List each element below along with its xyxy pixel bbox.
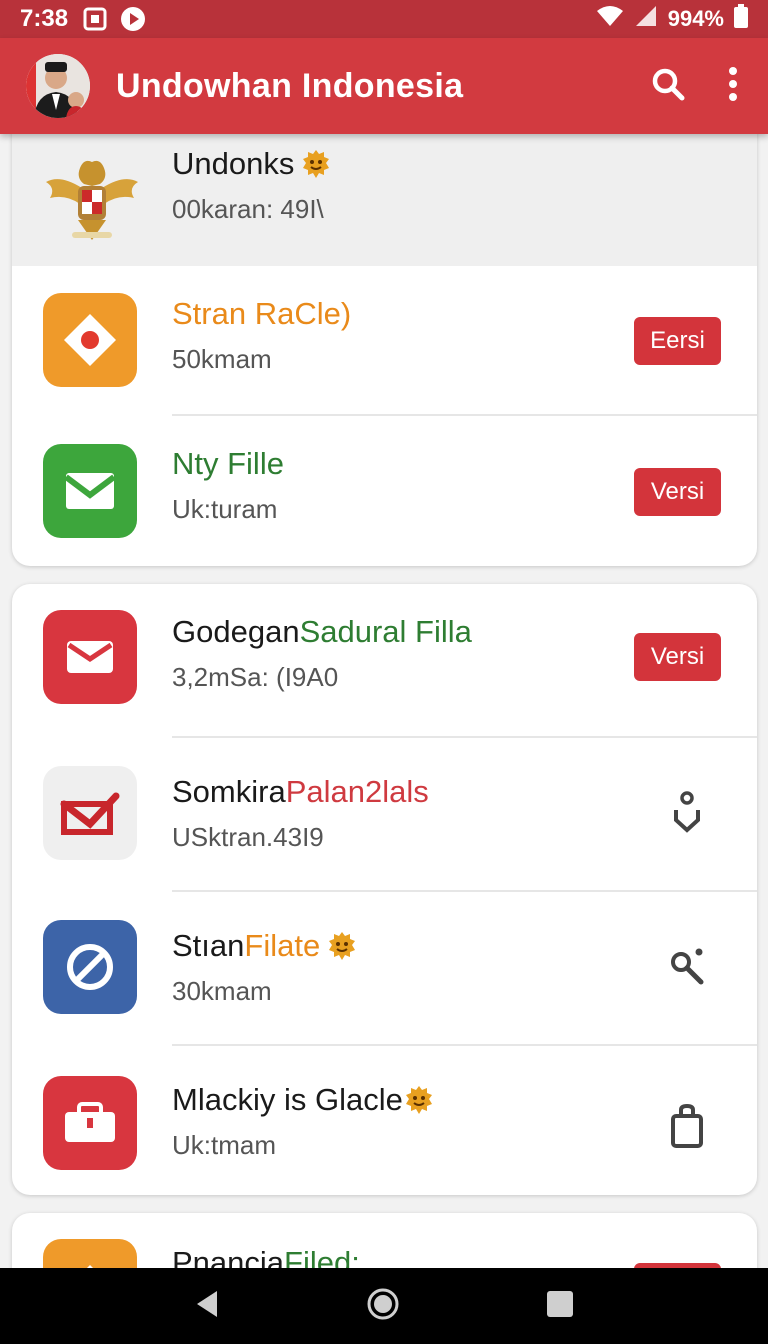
list-item-title: Stran RaCle) <box>172 296 352 331</box>
screen-record-icon <box>82 6 108 32</box>
battery-percent: 994% <box>667 6 724 31</box>
app-icon-orange <box>43 293 137 387</box>
signal-icon <box>634 5 658 33</box>
list-item[interactable]: Godegan Sadural Filla 3,2mSa: (I9A0 Vers… <box>12 584 757 738</box>
list-item[interactable]: Somkira Palan2lals USktran.43I9 <box>12 738 757 892</box>
app-icon-orange-partial <box>43 1239 137 1268</box>
emoji-badge-icon <box>300 148 332 180</box>
list-item-title: Undonks <box>172 146 332 182</box>
status-time: 7:38 <box>20 5 69 32</box>
list-item-subtitle: 50kmam <box>172 344 272 374</box>
list-item-title: Godegan Sadural Filla <box>172 614 472 649</box>
list-item[interactable]: Pnancia Filed: <box>12 1213 757 1268</box>
search-icon[interactable] <box>650 66 686 107</box>
avatar[interactable] <box>26 54 90 118</box>
version-button[interactable]: Versi <box>634 468 721 516</box>
app-bar: Undowhan Indonesia <box>0 38 768 134</box>
shopping-bag-icon[interactable] <box>665 1104 709 1148</box>
app-icon-envelope-red <box>43 610 137 704</box>
list-item-subtitle: 00karan: 49I\ <box>172 194 324 224</box>
list-item-subtitle: 30kmam <box>172 976 272 1006</box>
app-icon-blocked-blue <box>43 920 137 1014</box>
app-icon-bag-red <box>43 1076 137 1170</box>
card-group-3: Pnancia Filed: <box>12 1213 757 1268</box>
list-item-title: Nty Fille <box>172 446 284 481</box>
recents-icon[interactable] <box>545 1289 575 1324</box>
content-list[interactable]: Undonks 00karan: 49I\ Stran RaCle) 50kma… <box>0 134 768 1268</box>
list-item-header[interactable]: Undonks 00karan: 49I\ <box>12 134 757 266</box>
app-icon-checkmail <box>43 766 137 860</box>
list-item-title: Pnancia Filed: <box>172 1245 360 1268</box>
battery-icon <box>734 4 748 34</box>
card-group-1: Undonks 00karan: 49I\ Stran RaCle) 50kma… <box>12 134 757 566</box>
list-item-title: Somkira Palan2lals <box>172 774 429 809</box>
list-item-title: Stıan Filate <box>172 928 358 964</box>
emoji-badge-icon <box>326 930 358 962</box>
list-item[interactable]: Nty Fille Uk:turam Versi <box>12 416 757 566</box>
list-item[interactable]: Stıan Filate 30kmam <box>12 892 757 1046</box>
version-button[interactable]: Eersi <box>634 317 721 365</box>
status-bar: 7:38 994% <box>0 0 768 38</box>
page-title: Undowhan Indonesia <box>116 66 464 105</box>
app-icon-mail-green <box>43 444 137 538</box>
list-item-title: Mlackiy is Glacle <box>172 1082 435 1118</box>
navigation-bar <box>0 1268 768 1344</box>
play-icon <box>120 6 146 32</box>
list-item[interactable]: Mlackiy is Glacle Uk:tmam <box>12 1046 757 1195</box>
home-icon[interactable] <box>366 1287 400 1326</box>
list-item-subtitle: Uk:tmam <box>172 1130 276 1160</box>
location-pin-icon[interactable] <box>665 790 709 834</box>
wifi-icon <box>596 5 624 33</box>
list-item[interactable]: Stran RaCle) 50kmam Eersi <box>12 266 757 416</box>
list-item-subtitle: Uk:turam <box>172 494 278 524</box>
version-button[interactable]: Versi <box>634 633 721 681</box>
back-icon[interactable] <box>193 1289 221 1324</box>
list-item-subtitle: 3,2mSa: (I9A0 <box>172 662 339 692</box>
more-options-icon[interactable] <box>728 66 738 107</box>
card-group-2: Godegan Sadural Filla 3,2mSa: (I9A0 Vers… <box>12 584 757 1195</box>
emoji-badge-icon <box>403 1084 435 1116</box>
search-key-icon[interactable] <box>665 944 709 988</box>
garuda-emblem-icon <box>42 148 142 248</box>
list-item-subtitle: USktran.43I9 <box>172 822 324 852</box>
